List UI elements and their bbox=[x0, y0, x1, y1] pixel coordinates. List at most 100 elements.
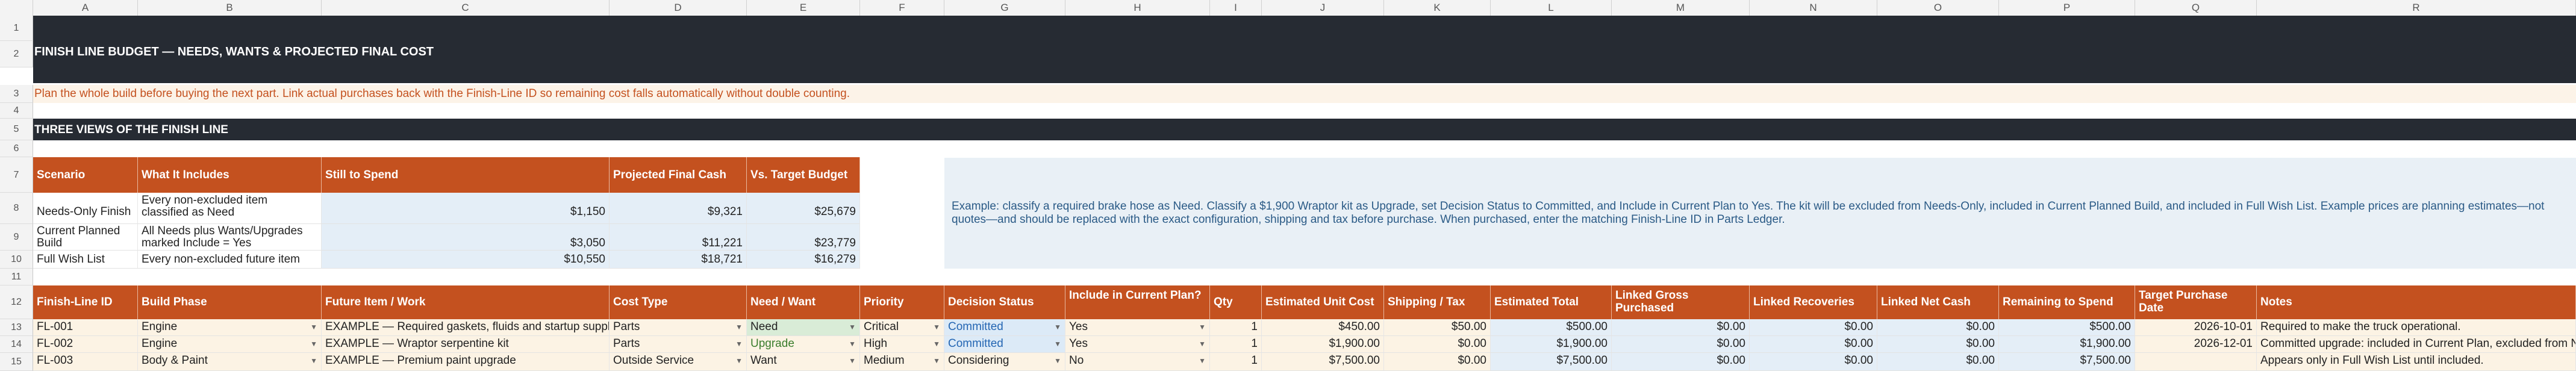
item-need-fl002[interactable]: Upgrade ▼ bbox=[747, 336, 860, 353]
item-work-fl001[interactable]: EXAMPLE — Required gaskets, fluids and s… bbox=[322, 319, 610, 336]
views-header-scenario[interactable]: Scenario bbox=[33, 157, 138, 193]
views-still-current-plan[interactable]: $3,050 bbox=[322, 224, 610, 251]
item-id-fl001[interactable]: FL-001 bbox=[33, 319, 138, 336]
item-phase-fl001[interactable]: Engine ▼ bbox=[138, 319, 322, 336]
item-ship-fl002[interactable]: $0.00 bbox=[1384, 336, 1491, 353]
col-header-a[interactable]: A bbox=[33, 0, 138, 16]
views-includes-current-plan[interactable]: All Needs plus Wants/Upgrades marked Inc… bbox=[138, 224, 322, 251]
dropdown-arrow-icon[interactable]: ▼ bbox=[1199, 319, 1206, 335]
item-id-fl003[interactable]: FL-003 bbox=[33, 353, 138, 371]
items-header-target-date[interactable]: Target Purchase Date bbox=[2135, 285, 2257, 319]
row-header-14[interactable]: 14 bbox=[0, 336, 33, 353]
views-header-includes[interactable]: What It Includes bbox=[138, 157, 322, 193]
item-notes-fl003[interactable]: Appears only in Full Wish List until inc… bbox=[2257, 353, 2576, 371]
item-cost-type-fl002[interactable]: Parts ▼ bbox=[610, 336, 747, 353]
items-header-net-cash[interactable]: Linked Net Cash bbox=[1877, 285, 1999, 319]
views-still-needs-only[interactable]: $1,150 bbox=[322, 193, 610, 224]
row-header-6[interactable]: 6 bbox=[0, 140, 33, 157]
select-all-corner[interactable] bbox=[0, 0, 33, 16]
col-header-o[interactable]: O bbox=[1877, 0, 1999, 16]
views-includes-full-wish[interactable]: Every non-excluded future item bbox=[138, 251, 322, 269]
dropdown-arrow-icon[interactable]: ▼ bbox=[1199, 353, 1206, 369]
item-include-fl003[interactable]: No ▼ bbox=[1065, 353, 1210, 371]
item-status-fl001[interactable]: Committed ▼ bbox=[944, 319, 1065, 336]
item-qty-fl003[interactable]: 1 bbox=[1210, 353, 1262, 371]
dropdown-arrow-icon[interactable]: ▼ bbox=[849, 319, 856, 335]
row-header-4[interactable]: 4 bbox=[0, 103, 33, 119]
row-header-7[interactable]: 7 bbox=[0, 157, 33, 193]
views-header-still-to-spend[interactable]: Still to Spend bbox=[322, 157, 610, 193]
dropdown-arrow-icon[interactable]: ▼ bbox=[310, 336, 317, 352]
example-note[interactable]: Example: classify a required brake hose … bbox=[944, 158, 2576, 269]
item-qty-fl001[interactable]: 1 bbox=[1210, 319, 1262, 336]
items-header-phase[interactable]: Build Phase bbox=[138, 285, 322, 319]
col-header-i[interactable]: I bbox=[1210, 0, 1262, 16]
dropdown-arrow-icon[interactable]: ▼ bbox=[849, 336, 856, 352]
page-title[interactable]: FINISH LINE BUDGET — NEEDS, WANTS & PROJ… bbox=[34, 45, 434, 59]
section-title[interactable]: THREE VIEWS OF THE FINISH LINE bbox=[34, 123, 228, 137]
item-id-fl002[interactable]: FL-002 bbox=[33, 336, 138, 353]
item-priority-fl002[interactable]: High ▼ bbox=[860, 336, 944, 353]
views-projected-full-wish[interactable]: $18,721 bbox=[610, 251, 747, 269]
views-vs-full-wish[interactable]: $16,279 bbox=[747, 251, 860, 269]
row-header-10[interactable]: 10 bbox=[0, 251, 33, 269]
col-header-r[interactable]: R bbox=[2257, 0, 2576, 16]
row-header-5[interactable]: 5 bbox=[0, 119, 33, 140]
item-notes-fl001[interactable]: Required to make the truck operational. bbox=[2257, 319, 2576, 336]
item-date-fl002[interactable]: 2026-12-01 bbox=[2135, 336, 2257, 353]
col-header-g[interactable]: G bbox=[944, 0, 1065, 16]
item-qty-fl002[interactable]: 1 bbox=[1210, 336, 1262, 353]
dropdown-arrow-icon[interactable]: ▼ bbox=[933, 336, 940, 352]
item-work-fl002[interactable]: EXAMPLE — Wraptor serpentine kit bbox=[322, 336, 610, 353]
item-gross-fl001[interactable]: $0.00 bbox=[1612, 319, 1750, 336]
item-date-fl003[interactable] bbox=[2135, 353, 2257, 371]
row-header-1[interactable]: 1 bbox=[0, 16, 33, 41]
item-include-fl002[interactable]: Yes ▼ bbox=[1065, 336, 1210, 353]
item-remain-fl002[interactable]: $1,900.00 bbox=[1999, 336, 2135, 353]
col-header-b[interactable]: B bbox=[138, 0, 322, 16]
items-header-id[interactable]: Finish-Line ID bbox=[33, 285, 138, 319]
row-header-12[interactable]: 12 bbox=[0, 285, 33, 319]
views-includes-needs-only[interactable]: Every non-excluded item classified as Ne… bbox=[138, 193, 322, 224]
views-scenario-full-wish[interactable]: Full Wish List bbox=[33, 251, 138, 269]
item-unit-fl001[interactable]: $450.00 bbox=[1262, 319, 1384, 336]
dropdown-arrow-icon[interactable]: ▼ bbox=[849, 353, 856, 369]
item-gross-fl002[interactable]: $0.00 bbox=[1612, 336, 1750, 353]
row-header-9[interactable]: 9 bbox=[0, 224, 33, 251]
col-header-m[interactable]: M bbox=[1612, 0, 1750, 16]
item-ship-fl003[interactable]: $0.00 bbox=[1384, 353, 1491, 371]
items-header-remaining[interactable]: Remaining to Spend bbox=[1999, 285, 2135, 319]
row-header-15[interactable]: 15 bbox=[0, 353, 33, 371]
item-priority-fl001[interactable]: Critical ▼ bbox=[860, 319, 944, 336]
col-header-j[interactable]: J bbox=[1262, 0, 1384, 16]
col-header-k[interactable]: K bbox=[1384, 0, 1491, 16]
col-header-q[interactable]: Q bbox=[2135, 0, 2257, 16]
col-header-f[interactable]: F bbox=[860, 0, 944, 16]
item-remain-fl003[interactable]: $7,500.00 bbox=[1999, 353, 2135, 371]
item-cost-type-fl001[interactable]: Parts ▼ bbox=[610, 319, 747, 336]
dropdown-arrow-icon[interactable]: ▼ bbox=[1054, 353, 1061, 369]
item-total-fl002[interactable]: $1,900.00 bbox=[1491, 336, 1612, 353]
items-header-gross[interactable]: Linked Gross Purchased bbox=[1612, 285, 1750, 319]
dropdown-arrow-icon[interactable]: ▼ bbox=[735, 319, 743, 335]
item-recov-fl001[interactable]: $0.00 bbox=[1750, 319, 1877, 336]
row-header-3[interactable]: 3 bbox=[0, 85, 33, 103]
dropdown-arrow-icon[interactable]: ▼ bbox=[933, 353, 940, 369]
items-header-unit-cost[interactable]: Estimated Unit Cost bbox=[1262, 285, 1384, 319]
item-gross-fl003[interactable]: $0.00 bbox=[1612, 353, 1750, 371]
items-header-est-total[interactable]: Estimated Total bbox=[1491, 285, 1612, 319]
views-still-full-wish[interactable]: $10,550 bbox=[322, 251, 610, 269]
item-date-fl001[interactable]: 2026-10-01 bbox=[2135, 319, 2257, 336]
views-scenario-needs-only[interactable]: Needs-Only Finish bbox=[33, 193, 138, 224]
dropdown-arrow-icon[interactable]: ▼ bbox=[1054, 336, 1061, 352]
items-header-recoveries[interactable]: Linked Recoveries bbox=[1750, 285, 1877, 319]
item-include-fl001[interactable]: Yes ▼ bbox=[1065, 319, 1210, 336]
views-scenario-current-plan[interactable]: Current Planned Build bbox=[33, 224, 138, 251]
items-header-include[interactable]: Include in Current Plan? bbox=[1065, 285, 1210, 319]
item-total-fl003[interactable]: $7,500.00 bbox=[1491, 353, 1612, 371]
item-remain-fl001[interactable]: $500.00 bbox=[1999, 319, 2135, 336]
dropdown-arrow-icon[interactable]: ▼ bbox=[735, 353, 743, 369]
item-status-fl002[interactable]: Committed ▼ bbox=[944, 336, 1065, 353]
item-status-fl003[interactable]: Considering ▼ bbox=[944, 353, 1065, 371]
col-header-d[interactable]: D bbox=[610, 0, 747, 16]
